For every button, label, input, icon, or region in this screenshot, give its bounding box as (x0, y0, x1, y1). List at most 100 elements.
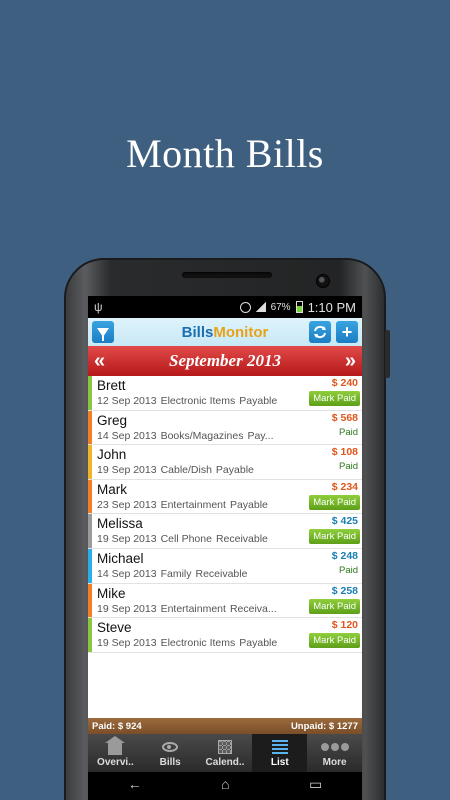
bill-row[interactable]: Mike 19 Sep 2013 Entertainment Receiva... … (88, 583, 362, 619)
filter-button[interactable] (92, 321, 114, 343)
promo-title: Month Bills (126, 131, 324, 176)
sync-button[interactable] (309, 321, 331, 343)
phone-screen: ψ 67% 1:10 PM BillsMonitor + « September… (88, 296, 362, 800)
battery-percent: 67% (270, 301, 291, 313)
bill-category: Books/Magazines (160, 429, 244, 442)
back-icon[interactable]: ← (128, 776, 142, 792)
bill-meta: 19 Sep 2013 Cable/Dish Payable (97, 463, 287, 478)
bill-row[interactable]: Mark 23 Sep 2013 Entertainment Payable $ 2… (88, 479, 362, 515)
bill-status[interactable]: Mark Paid (309, 391, 360, 406)
bill-amount: $ 248 (331, 549, 358, 562)
tab-overview[interactable]: Overvi.. (88, 734, 143, 772)
more-icon (320, 742, 349, 751)
logo-part-monitor: Monitor (213, 323, 269, 341)
bill-category: Entertainment (160, 602, 226, 615)
android-nav-bar: ← ⌂ ▭ (88, 772, 362, 796)
camera-icon (316, 274, 330, 288)
bill-category: Cable/Dish (160, 464, 212, 477)
bill-row[interactable]: Melissa 19 Sep 2013 Cell Phone Receivable … (88, 514, 362, 549)
tab-label: More (322, 756, 347, 768)
tab-calendar[interactable]: Calend.. (198, 734, 253, 772)
bill-meta: 14 Sep 2013 Family Receivable (97, 567, 287, 582)
bill-amount: $ 108 (331, 446, 358, 459)
bill-status[interactable]: Mark Paid (309, 494, 360, 510)
unpaid-total: Unpaid: $ 1277 (290, 720, 358, 732)
tab-more[interactable]: More (307, 734, 362, 772)
bill-category: Family (160, 567, 192, 580)
bill-meta: 19 Sep 2013 Cell Phone Receivable (97, 532, 287, 547)
bill-type: Payable (239, 395, 278, 407)
sync-icon (314, 325, 326, 339)
bill-type: Payable (229, 498, 268, 511)
bill-type: Payable (239, 637, 278, 650)
alarm-icon (239, 301, 251, 313)
eye-icon (162, 741, 179, 752)
logo-part-bills: Bills (181, 323, 214, 341)
month-navigator: « September 2013 » (88, 346, 362, 376)
bill-amount: $ 568 (331, 411, 358, 424)
bill-meta: 14 Sep 2013 Books/Magazines Pay... (97, 429, 287, 444)
bill-date: 23 Sep 2013 (97, 498, 157, 511)
bill-type: Receivable (215, 533, 268, 546)
bill-row[interactable]: Brett 12 Sep 2013 Electronic Items Payable… (88, 376, 362, 411)
list-icon (271, 739, 288, 754)
bill-row[interactable]: Steve 19 Sep 2013 Electronic Items Payable… (88, 618, 362, 653)
home-nav-icon[interactable]: ⌂ (221, 776, 229, 792)
current-month: September 2013 (169, 351, 281, 370)
bill-row[interactable]: Greg 14 Sep 2013 Books/Magazines Pay... $ … (88, 410, 362, 446)
bill-status[interactable]: Mark Paid (309, 598, 360, 614)
next-month-button[interactable]: » (345, 351, 356, 371)
bill-status[interactable]: Paid (339, 565, 358, 576)
bill-date: 19 Sep 2013 (97, 533, 157, 546)
signal-icon (255, 302, 266, 312)
add-bill-button[interactable]: + (336, 321, 358, 343)
bill-amount: $ 425 (331, 515, 358, 528)
bill-type: Pay... (247, 429, 274, 442)
tab-label: Bills (159, 756, 181, 768)
bill-category: Electronic Items (160, 637, 236, 650)
bill-status[interactable]: Paid (339, 427, 358, 438)
bill-row[interactable]: John 19 Sep 2013 Cable/Dish Payable $ 108 … (88, 445, 362, 480)
clock: 1:10 PM (307, 299, 356, 315)
bill-category: Cell Phone (160, 533, 212, 546)
bill-meta: 12 Sep 2013 Electronic Items Payable (97, 394, 287, 409)
bill-date: 19 Sep 2013 (97, 464, 157, 477)
bill-date: 12 Sep 2013 (97, 395, 157, 407)
bill-status[interactable]: Mark Paid (309, 633, 360, 649)
bill-name: Greg (97, 412, 128, 428)
bill-type: Payable (215, 464, 254, 477)
bill-name: John (97, 447, 127, 463)
tab-list[interactable]: List (252, 734, 308, 772)
speaker-grille (182, 272, 272, 278)
battery-icon (295, 301, 303, 313)
bill-amount: $ 234 (331, 480, 358, 493)
tab-label: Calend.. (205, 756, 245, 768)
recent-apps-icon[interactable]: ▭ (309, 776, 322, 793)
bill-date: 19 Sep 2013 (97, 637, 157, 650)
bill-status[interactable]: Mark Paid (309, 529, 360, 545)
bill-date: 14 Sep 2013 (97, 567, 157, 580)
bill-row[interactable]: Michael 14 Sep 2013 Family Receivable $ 24… (88, 548, 362, 584)
bill-meta: 23 Sep 2013 Entertainment Payable (97, 498, 287, 513)
tab-label: Overvi.. (97, 756, 134, 768)
bill-meta: 19 Sep 2013 Electronic Items Payable (97, 636, 287, 651)
bill-category: Entertainment (160, 498, 226, 511)
tab-label: List (270, 756, 289, 768)
side-button (385, 330, 390, 378)
status-bar: ψ 67% 1:10 PM (88, 296, 362, 318)
paid-total: Paid: $ 924 (92, 720, 142, 732)
bill-amount: $ 258 (331, 584, 358, 597)
prev-month-button[interactable]: « (94, 351, 105, 371)
filter-icon (97, 327, 109, 341)
bottom-tab-bar: Overvi.. Bills Calend.. List More (88, 734, 362, 772)
bill-type: Receivable (195, 567, 248, 580)
bill-meta: 19 Sep 2013 Entertainment Receiva... (97, 602, 287, 617)
phone-frame: ψ 67% 1:10 PM BillsMonitor + « September… (64, 258, 390, 800)
usb-icon: ψ (94, 300, 103, 314)
bill-date: 14 Sep 2013 (97, 429, 157, 442)
bill-category: Electronic Items (160, 395, 236, 407)
calendar-icon (217, 739, 232, 754)
bill-status[interactable]: Paid (339, 461, 358, 472)
tab-bills[interactable]: Bills (143, 734, 198, 772)
bill-date: 19 Sep 2013 (97, 602, 157, 615)
